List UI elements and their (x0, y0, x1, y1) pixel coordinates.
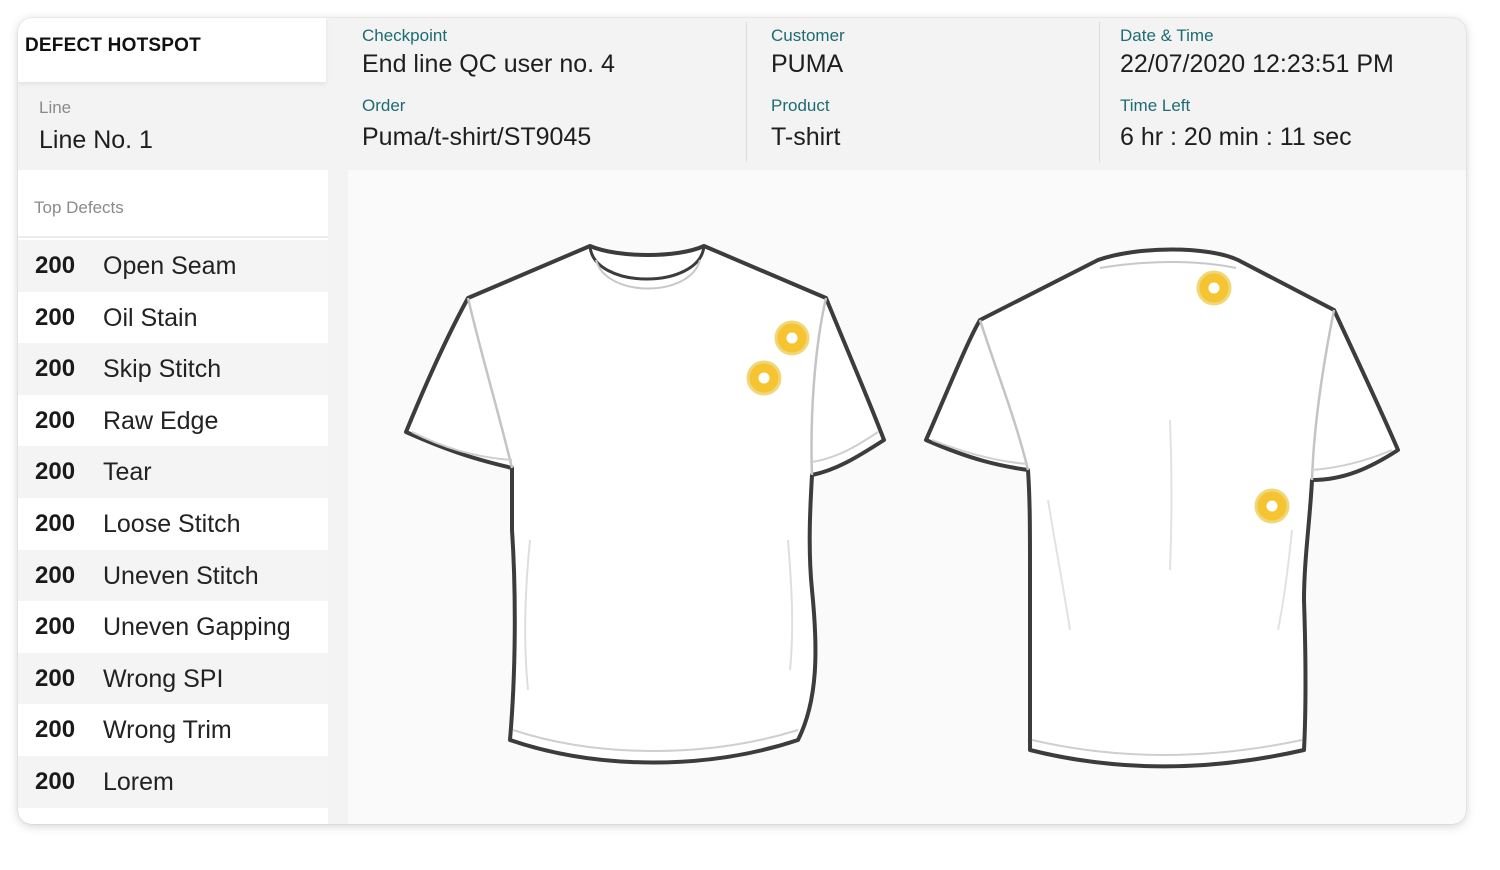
defect-row[interactable]: 200 Skip Stitch (18, 343, 328, 395)
line-info: Line Line No. 1 (18, 88, 326, 164)
defect-count: 200 (35, 458, 76, 486)
title-card: DEFECT HOTSPOT (18, 18, 326, 82)
defect-count: 200 (35, 664, 76, 692)
defect-count: 200 (35, 509, 76, 537)
defect-hotspot-marker[interactable] (746, 360, 782, 396)
divider (18, 236, 328, 238)
page-title: DEFECT HOTSPOT (25, 35, 201, 56)
header-divider (746, 22, 747, 162)
defect-name: Uneven Gapping (103, 613, 291, 642)
defect-hotspot-marker[interactable] (1254, 488, 1290, 524)
defect-name: Wrong Trim (103, 716, 232, 745)
defect-row[interactable]: 200 Open Seam (18, 240, 328, 292)
defect-name: Uneven Stitch (103, 561, 259, 590)
defect-name: Raw Edge (103, 406, 219, 435)
checkpoint-order-column: Checkpoint End line QC user no. 4 Order … (362, 18, 742, 164)
defect-count: 200 (35, 355, 76, 383)
defect-hotspot-marker[interactable] (1196, 270, 1232, 306)
defect-name: Oil Stain (103, 303, 198, 332)
defect-count: 200 (35, 406, 76, 434)
defect-count: 200 (35, 767, 76, 795)
defect-name: Lorem (103, 767, 174, 796)
line-label: Line (39, 98, 72, 117)
checkpoint-label: Checkpoint (362, 26, 448, 45)
time-left-label: Time Left (1120, 96, 1191, 115)
defect-row[interactable]: 200 Uneven Stitch (18, 549, 328, 602)
defect-count: 200 (35, 303, 76, 331)
defect-name: Skip Stitch (103, 355, 222, 384)
header-divider (1099, 22, 1100, 162)
datetime-value: 22/07/2020 12:23:51 PM (1120, 50, 1394, 78)
defect-count: 200 (35, 716, 76, 744)
defect-count: 200 (35, 613, 76, 641)
defect-row[interactable]: 200 Oil Stain (18, 291, 328, 344)
tshirt-front-view (404, 244, 886, 765)
defect-row[interactable]: 200 Wrong Trim (18, 704, 328, 756)
defect-name: Wrong SPI (103, 664, 224, 693)
customer-label: Customer (771, 26, 845, 45)
defect-row[interactable]: 200 Loose Stitch (18, 497, 328, 550)
defect-list: 200 Open Seam 200 Oil Stain 200 Skip Sti… (18, 240, 328, 808)
product-label: Product (771, 96, 830, 115)
defect-name: Loose Stitch (103, 509, 241, 538)
defect-name: Open Seam (103, 252, 237, 280)
datetime-timeleft-column: Date & Time 22/07/2020 12:23:51 PM Time … (1120, 18, 1450, 164)
defect-hotspot-panel: DEFECT HOTSPOT Line Line No. 1 Checkpoin… (18, 18, 1466, 824)
garment-canvas (348, 170, 1466, 824)
defect-row[interactable]: 200 Wrong SPI (18, 652, 328, 705)
defect-row[interactable]: 200 Uneven Gapping (18, 601, 328, 653)
defect-row[interactable]: 200 Lorem (18, 755, 328, 808)
customer-value: PUMA (771, 50, 844, 78)
product-value: T-shirt (771, 123, 841, 151)
defect-row[interactable]: 200 Raw Edge (18, 394, 328, 447)
checkpoint-value: End line QC user no. 4 (362, 50, 615, 78)
defect-count: 200 (35, 561, 76, 589)
customer-product-column: Customer PUMA Product T-shirt (771, 18, 1091, 164)
line-value: Line No. 1 (39, 126, 153, 154)
datetime-label: Date & Time (1120, 26, 1214, 45)
order-value: Puma/t-shirt/ST9045 (362, 123, 592, 151)
time-left-value: 6 hr : 20 min : 11 sec (1120, 123, 1352, 151)
order-label: Order (362, 96, 406, 115)
defect-hotspot-marker[interactable] (774, 320, 810, 356)
defect-name: Tear (103, 458, 152, 487)
top-defects-panel: Top Defects 200 Open Seam 200 Oil Stain … (18, 170, 328, 824)
defect-count: 200 (35, 252, 76, 279)
tshirt-illustrations (404, 244, 1400, 769)
defect-row[interactable]: 200 Tear (18, 446, 328, 498)
top-defects-title: Top Defects (34, 198, 124, 217)
tshirt-back-view (924, 247, 1400, 769)
